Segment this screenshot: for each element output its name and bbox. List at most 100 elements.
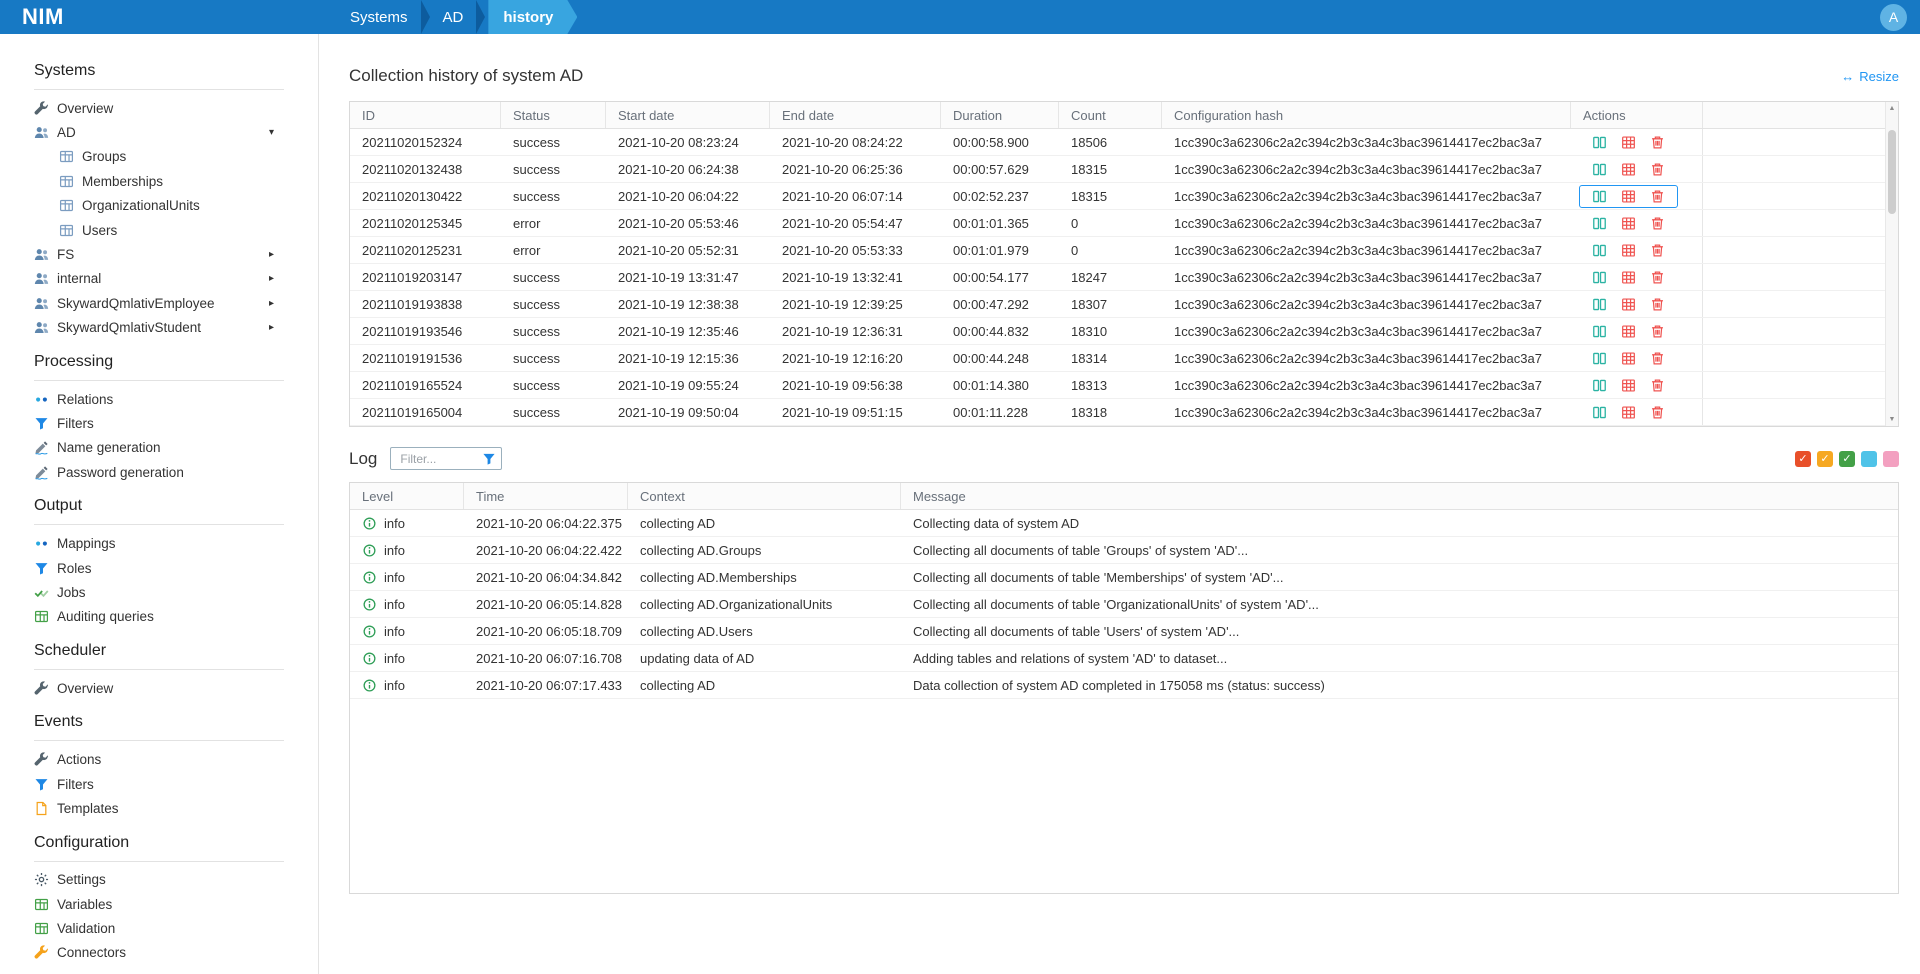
- history-action-grid-button[interactable]: [1621, 216, 1636, 231]
- history-action-grid-button[interactable]: [1621, 189, 1636, 204]
- history-action-columns-button[interactable]: [1592, 297, 1607, 312]
- sidebar-item-internal[interactable]: internal▸: [34, 267, 284, 291]
- breadcrumb-history[interactable]: history: [488, 0, 577, 34]
- sidebar-item-overview[interactable]: Overview: [34, 96, 284, 120]
- history-action-trash-button[interactable]: [1650, 243, 1665, 258]
- log-toggle-orange[interactable]: ✓: [1817, 451, 1833, 467]
- history-row[interactable]: 20211020125231error2021-10-20 05:52:3120…: [350, 237, 1898, 264]
- sidebar-item-fs[interactable]: FS▸: [34, 242, 284, 266]
- history-row[interactable]: 20211019191536success2021-10-19 12:15:36…: [350, 345, 1898, 372]
- history-action-columns-button[interactable]: [1592, 351, 1607, 366]
- sidebar-item-auditing-queries[interactable]: Auditing queries: [34, 605, 284, 629]
- history-action-trash-button[interactable]: [1650, 162, 1665, 177]
- sidebar-item-templates[interactable]: Templates: [34, 796, 284, 820]
- sidebar-item-jobs[interactable]: Jobs: [34, 580, 284, 604]
- log-filter-box: [390, 447, 502, 470]
- history-action-grid-button[interactable]: [1621, 351, 1636, 366]
- history-action-columns-button[interactable]: [1592, 378, 1607, 393]
- history-action-grid-button[interactable]: [1621, 270, 1636, 285]
- sidebar-item-validation[interactable]: Validation: [34, 916, 284, 940]
- history-action-columns-button[interactable]: [1592, 405, 1607, 420]
- history-action-columns-button[interactable]: [1592, 324, 1607, 339]
- log-col-level[interactable]: Level: [350, 483, 464, 509]
- avatar[interactable]: A: [1880, 4, 1907, 31]
- history-action-trash-button[interactable]: [1650, 351, 1665, 366]
- history-row[interactable]: 20211020130422success2021-10-20 06:04:22…: [350, 183, 1898, 210]
- sidebar-item-organizationalunits[interactable]: OrganizationalUnits: [34, 194, 284, 218]
- history-action-trash-button[interactable]: [1650, 216, 1665, 231]
- history-action-trash-button[interactable]: [1650, 135, 1665, 150]
- history-col-count[interactable]: Count: [1059, 102, 1162, 128]
- sidebar-item-password-generation[interactable]: Password generation: [34, 460, 284, 484]
- history-col-actions[interactable]: Actions: [1571, 102, 1703, 128]
- history-action-columns-button[interactable]: [1592, 270, 1607, 285]
- sidebar-item-memberships[interactable]: Memberships: [34, 169, 284, 193]
- history-row[interactable]: 20211020132438success2021-10-20 06:24:38…: [350, 156, 1898, 183]
- sidebar-item-filters[interactable]: Filters: [34, 772, 284, 796]
- history-action-grid-button[interactable]: [1621, 324, 1636, 339]
- sidebar-item-connectors[interactable]: Connectors: [34, 941, 284, 965]
- sidebar-item-roles[interactable]: Roles: [34, 556, 284, 580]
- log-toggle-cyan[interactable]: [1861, 451, 1877, 467]
- filter-funnel-icon[interactable]: [482, 452, 496, 466]
- history-col-configuration-hash[interactable]: Configuration hash: [1162, 102, 1571, 128]
- log-toggle-green[interactable]: ✓: [1839, 451, 1855, 467]
- history-action-columns-button[interactable]: [1592, 243, 1607, 258]
- sidebar-item-skywardqmlativstudent[interactable]: SkywardQmlativStudent▸: [34, 316, 284, 340]
- history-action-grid-button[interactable]: [1621, 162, 1636, 177]
- sidebar-item-actions[interactable]: Actions: [34, 747, 284, 771]
- history-action-trash-button[interactable]: [1650, 270, 1665, 285]
- history-col-end-date[interactable]: End date: [770, 102, 941, 128]
- history-action-trash-button[interactable]: [1650, 297, 1665, 312]
- history-col-duration[interactable]: Duration: [941, 102, 1059, 128]
- history-action-trash-button[interactable]: [1650, 324, 1665, 339]
- sidebar-item-mappings[interactable]: Mappings: [34, 531, 284, 555]
- history-row[interactable]: 20211019203147success2021-10-19 13:31:47…: [350, 264, 1898, 291]
- sidebar-item-name-generation[interactable]: Name generation: [34, 436, 284, 460]
- sidebar-item-overview[interactable]: Overview: [34, 676, 284, 700]
- history-action-columns-button[interactable]: [1592, 162, 1607, 177]
- history-row[interactable]: 20211020125345error2021-10-20 05:53:4620…: [350, 210, 1898, 237]
- history-col-start-date[interactable]: Start date: [606, 102, 770, 128]
- history-action-grid-button[interactable]: [1621, 297, 1636, 312]
- sidebar-item-skywardqmlativemployee[interactable]: SkywardQmlativEmployee▸: [34, 291, 284, 315]
- sidebar-item-filters[interactable]: Filters: [34, 411, 284, 435]
- history-row[interactable]: 20211019193546success2021-10-19 12:35:46…: [350, 318, 1898, 345]
- history-row[interactable]: 20211020152324success2021-10-20 08:23:24…: [350, 129, 1898, 156]
- resize-button[interactable]: ↔ Resize: [1841, 69, 1899, 84]
- log-col-context[interactable]: Context: [628, 483, 901, 509]
- history-col-id[interactable]: ID: [350, 102, 501, 128]
- history-col-status[interactable]: Status: [501, 102, 606, 128]
- history-action-grid-button[interactable]: [1621, 405, 1636, 420]
- scroll-down-button[interactable]: ▼: [1886, 413, 1898, 426]
- history-action-grid-button[interactable]: [1621, 135, 1636, 150]
- scroll-up-button[interactable]: ▲: [1886, 102, 1898, 115]
- history-action-grid-button[interactable]: [1621, 378, 1636, 393]
- history-action-trash-button[interactable]: [1650, 189, 1665, 204]
- history-row[interactable]: 20211019165004success2021-10-19 09:50:04…: [350, 399, 1898, 426]
- history-row[interactable]: 20211019193838success2021-10-19 12:38:38…: [350, 291, 1898, 318]
- sidebar-item-relations[interactable]: Relations: [34, 387, 284, 411]
- history-action-trash-button[interactable]: [1650, 405, 1665, 420]
- breadcrumb-ad[interactable]: AD: [430, 0, 477, 34]
- sidebar-item-settings[interactable]: Settings: [34, 868, 284, 892]
- history-action-trash-button[interactable]: [1650, 378, 1665, 393]
- log-filter-input[interactable]: [398, 451, 478, 467]
- sidebar-item-ad[interactable]: AD▾: [34, 120, 284, 144]
- log-col-message[interactable]: Message: [901, 483, 1898, 509]
- scrollbar-thumb[interactable]: [1888, 130, 1896, 214]
- history-row[interactable]: 20211019165524success2021-10-19 09:55:24…: [350, 372, 1898, 399]
- sidebar-item-variables[interactable]: Variables: [34, 892, 284, 916]
- log-toggle-pink[interactable]: [1883, 451, 1899, 467]
- sidebar-item-users[interactable]: Users: [34, 218, 284, 242]
- app-logo[interactable]: NIM: [0, 0, 319, 34]
- log-col-time[interactable]: Time: [464, 483, 628, 509]
- history-action-columns-button[interactable]: [1592, 135, 1607, 150]
- history-scrollbar[interactable]: ▲ ▼: [1885, 102, 1898, 426]
- history-action-grid-button[interactable]: [1621, 243, 1636, 258]
- history-action-columns-button[interactable]: [1592, 189, 1607, 204]
- history-action-columns-button[interactable]: [1592, 216, 1607, 231]
- sidebar-item-groups[interactable]: Groups: [34, 145, 284, 169]
- log-toggle-red[interactable]: ✓: [1795, 451, 1811, 467]
- breadcrumb-systems[interactable]: Systems: [337, 0, 421, 34]
